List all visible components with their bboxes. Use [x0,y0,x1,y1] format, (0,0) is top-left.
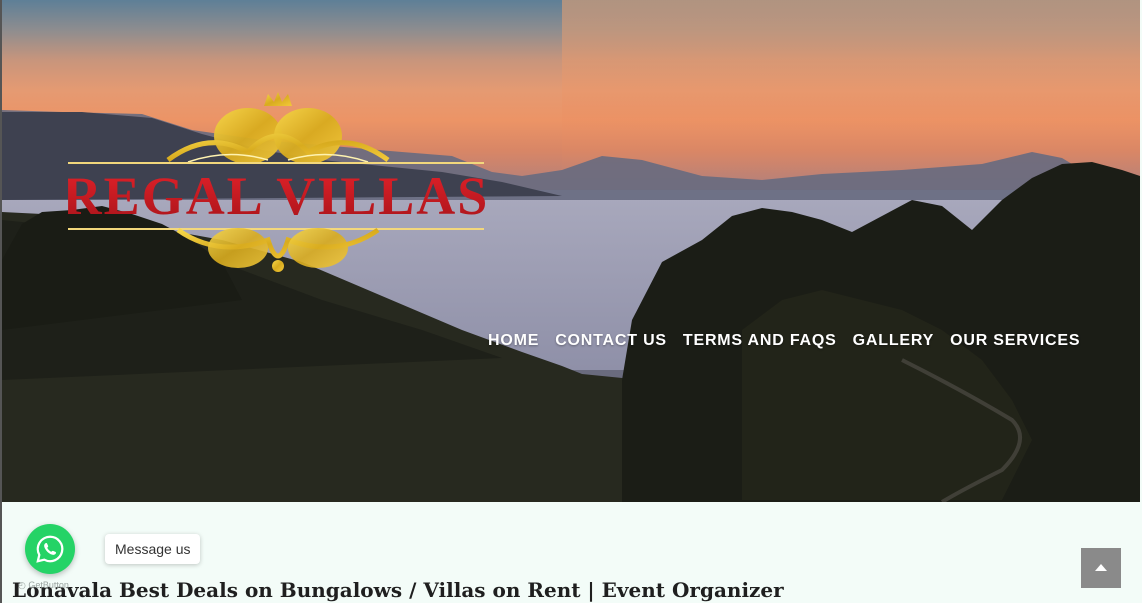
getbutton-credit[interactable]: ◴ GetButton [18,580,69,591]
nav-gallery[interactable]: GALLERY [845,330,942,352]
site-logo[interactable]: REGAL VILLAS [68,90,488,276]
getbutton-logo-icon: ◴ [18,580,29,590]
nav-our-services[interactable]: OUR SERVICES [942,330,1088,352]
nav-terms-and-faqs[interactable]: TERMS AND FAQS [675,330,845,352]
scroll-to-top-button[interactable] [1081,548,1121,588]
whatsapp-chat-button[interactable] [25,524,75,574]
nav-contact-us[interactable]: CONTACT US [547,330,675,352]
page-title: Lonavala Best Deals on Bungalows / Villa… [12,578,784,602]
chevron-up-icon [1095,564,1107,571]
hero-banner: REGAL VILLAS HOME CONTACT US TERMS AND F… [2,0,1140,502]
logo-text: REGAL VILLAS [68,166,488,226]
whatsapp-icon [36,535,64,563]
main-nav: HOME CONTACT US TERMS AND FAQS GALLERY O… [480,330,1088,352]
getbutton-credit-label: GetButton [28,580,69,590]
nav-home[interactable]: HOME [480,330,547,352]
chat-tooltip[interactable]: Message us [105,534,201,564]
